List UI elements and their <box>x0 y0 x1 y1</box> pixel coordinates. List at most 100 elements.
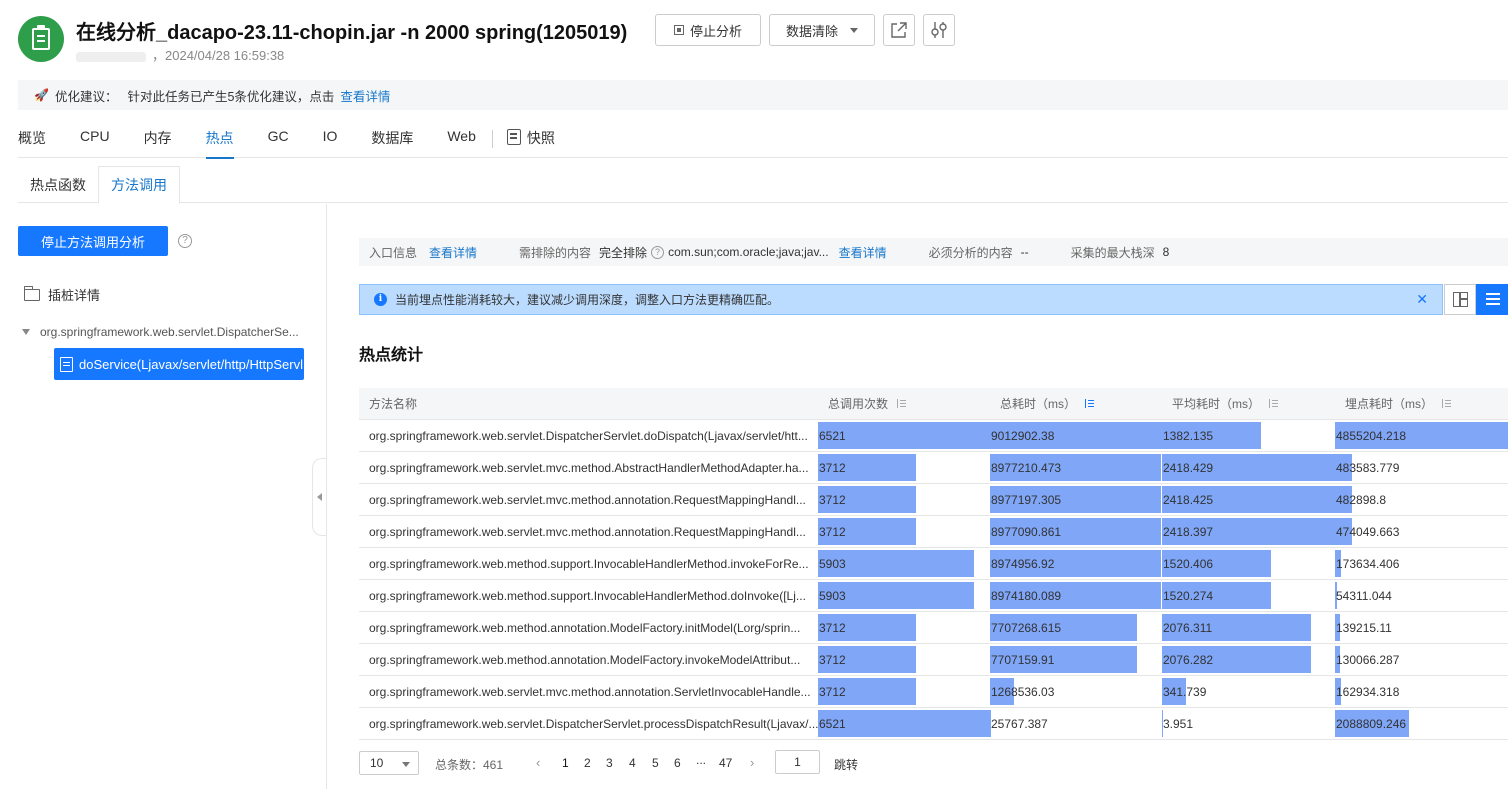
total-cell: 7707159.91 <box>990 644 1162 675</box>
probe-cell: 4855204.218 <box>1335 420 1508 451</box>
total-cell: 8974180.089 <box>990 580 1162 611</box>
method-name-cell: org.springframework.web.method.annotatio… <box>369 652 801 667</box>
page-2[interactable]: 2 <box>584 756 591 770</box>
table-row[interactable]: org.springframework.web.servlet.mvc.meth… <box>359 452 1508 484</box>
probe-cell: 173634.406 <box>1335 548 1508 579</box>
probe-value: 173634.406 <box>1336 556 1400 571</box>
probe-value: 130066.287 <box>1336 652 1400 667</box>
total-value: 8974956.92 <box>991 556 1055 571</box>
page-47[interactable]: 47 <box>719 756 732 770</box>
table-row[interactable]: org.springframework.web.servlet.mvc.meth… <box>359 676 1508 708</box>
suggestion-detail-link[interactable]: 查看详情 <box>340 86 390 105</box>
page-3[interactable]: 3 <box>606 756 613 770</box>
tree-node-do-service[interactable]: doService(Ljavax/servlet/http/HttpServl.… <box>54 348 304 380</box>
settings-button[interactable] <box>923 14 955 46</box>
tab-gc[interactable]: GC <box>268 120 289 158</box>
avg-value: 2076.311 <box>1163 620 1213 635</box>
page-subtitle: ，2024/04/28 16:59:38 <box>76 45 284 64</box>
table-row[interactable]: org.springframework.web.method.annotatio… <box>359 644 1508 676</box>
tree-node-dispatcher-servlet[interactable]: org.springframework.web.servlet.Dispatch… <box>22 325 299 339</box>
help-icon[interactable]: ? <box>651 245 665 259</box>
total-cell: 1268536.03 <box>990 676 1162 707</box>
table-row[interactable]: org.springframework.web.method.support.I… <box>359 548 1508 580</box>
pagination: 10 总条数：461 ‹ 1 2 3 4 5 6 ... 47 › 1 跳转 <box>359 750 1459 775</box>
subtab-hot-functions[interactable]: 热点函数 <box>18 166 98 203</box>
calls-cell: 5903 <box>818 580 990 611</box>
sort-icon[interactable] <box>1441 398 1451 409</box>
next-page-icon[interactable]: › <box>750 755 754 770</box>
tab-database[interactable]: 数据库 <box>371 120 413 158</box>
prev-page-icon[interactable]: ‹ <box>536 755 540 770</box>
sort-icon[interactable] <box>896 398 907 409</box>
tab-snapshot[interactable]: 快照 <box>506 120 555 158</box>
avg-cell: 1382.135 <box>1162 420 1335 451</box>
list-view-button[interactable] <box>1476 284 1508 315</box>
subtab-method-calls[interactable]: 方法调用 <box>98 166 180 204</box>
probe-value: 54311.044 <box>1336 588 1392 603</box>
jump-page-input[interactable]: 1 <box>775 750 820 774</box>
entry-detail-link[interactable]: 查看详情 <box>429 244 477 261</box>
tab-cpu[interactable]: CPU <box>80 120 110 158</box>
avg-cell: 1520.274 <box>1162 580 1335 611</box>
method-name-cell: org.springframework.web.method.support.I… <box>369 588 806 603</box>
calls-value: 5903 <box>819 588 846 603</box>
avg-cell: 341.739 <box>1162 676 1335 707</box>
grid-view-button[interactable] <box>1444 284 1476 315</box>
total-value: 8977210.473 <box>991 460 1062 475</box>
sort-icon[interactable] <box>1268 398 1278 409</box>
table-row[interactable]: org.springframework.web.servlet.Dispatch… <box>359 708 1508 740</box>
performance-alert: i 当前埋点性能消耗较大，建议减少调用深度，调整入口方法更精确匹配。 ✕ <box>359 284 1443 315</box>
table-row[interactable]: org.springframework.web.servlet.mvc.meth… <box>359 484 1508 516</box>
page-ellipsis[interactable]: ... <box>696 753 706 767</box>
total-value: 9012902.38 <box>991 428 1055 443</box>
total-value: 7707159.91 <box>991 652 1055 667</box>
table-row[interactable]: org.springframework.web.method.annotatio… <box>359 612 1508 644</box>
total-value: 8977090.861 <box>991 524 1062 539</box>
calls-cell: 3712 <box>818 484 990 515</box>
calls-value: 3712 <box>819 652 846 667</box>
method-name-cell: org.springframework.web.servlet.mvc.meth… <box>369 684 811 699</box>
export-button[interactable] <box>883 14 915 46</box>
calls-cell: 5903 <box>818 548 990 579</box>
sort-icon[interactable] <box>1084 398 1094 409</box>
close-icon[interactable]: ✕ <box>1416 291 1428 308</box>
tab-overview[interactable]: 概览 <box>18 120 46 158</box>
stub-detail-item[interactable]: 插桩详情 <box>23 285 100 304</box>
column-header-probe[interactable]: 埋点耗时（ms） <box>1335 388 1508 419</box>
table-body: org.springframework.web.servlet.Dispatch… <box>359 420 1508 740</box>
stop-method-analysis-button[interactable]: 停止方法调用分析 <box>18 226 168 256</box>
tab-hotspot[interactable]: 热点 <box>205 120 234 159</box>
page-size-select[interactable]: 10 <box>359 751 419 775</box>
chevron-left-icon <box>317 493 322 501</box>
exclude-detail-link[interactable]: 查看详情 <box>839 244 887 261</box>
method-name-cell: org.springframework.web.servlet.mvc.meth… <box>369 524 806 539</box>
table-row[interactable]: org.springframework.web.method.support.I… <box>359 580 1508 612</box>
tab-web[interactable]: Web <box>447 120 476 158</box>
total-cell: 25767.387 <box>990 708 1162 739</box>
page-6[interactable]: 6 <box>674 756 681 770</box>
page-4[interactable]: 4 <box>629 756 636 770</box>
page-1[interactable]: 1 <box>562 756 569 770</box>
column-header-calls[interactable]: 总调用次数 <box>818 388 990 419</box>
clear-data-dropdown[interactable]: 数据清除 <box>769 14 875 46</box>
page-title: 在线分析_dacapo-23.11-chopin.jar -n 2000 spr… <box>76 22 628 44</box>
help-icon[interactable]: ? <box>178 234 192 248</box>
page-5[interactable]: 5 <box>652 756 659 770</box>
tab-io[interactable]: IO <box>323 120 338 158</box>
total-value: 8974180.089 <box>991 588 1062 603</box>
jump-button[interactable]: 跳转 <box>834 756 858 773</box>
avg-value: 2418.425 <box>1163 492 1214 507</box>
table-row[interactable]: org.springframework.web.servlet.mvc.meth… <box>359 516 1508 548</box>
column-header-avg[interactable]: 平均耗时（ms） <box>1162 388 1335 419</box>
stop-analysis-button[interactable]: 停止分析 <box>655 14 761 46</box>
avg-value: 2418.429 <box>1163 460 1214 475</box>
column-header-total[interactable]: 总耗时（ms） <box>990 388 1162 419</box>
avg-cell: 2418.425 <box>1162 484 1335 515</box>
section-title: 热点统计 <box>359 347 424 364</box>
tab-memory[interactable]: 内存 <box>144 120 172 158</box>
total-value: 8977197.305 <box>991 492 1062 507</box>
collapse-panel-handle[interactable] <box>312 458 326 536</box>
sliders-icon <box>931 22 947 38</box>
caret-down-icon[interactable] <box>22 329 30 335</box>
table-row[interactable]: org.springframework.web.servlet.Dispatch… <box>359 420 1508 452</box>
